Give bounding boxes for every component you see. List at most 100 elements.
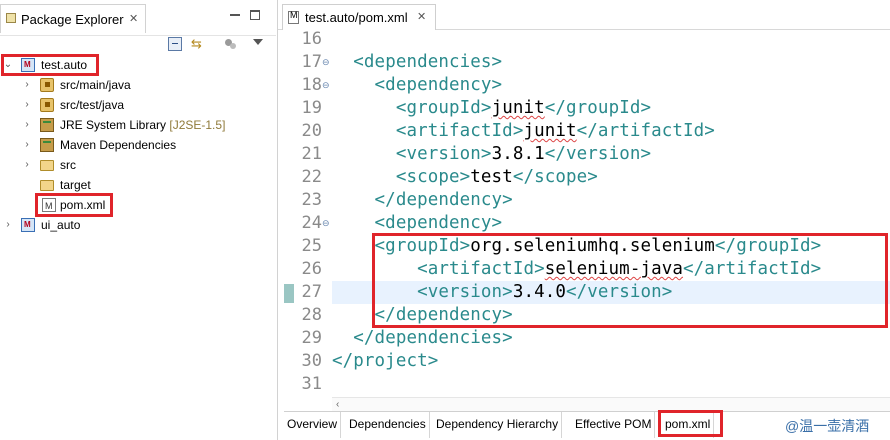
view-menu-icon[interactable]: [253, 39, 263, 45]
line-number: 28: [301, 305, 322, 325]
tree-item-label: ui_auto: [41, 218, 81, 232]
xml-tag: <artifactId>: [395, 121, 524, 141]
line-number: 29: [301, 328, 322, 348]
line-number: 21: [301, 144, 322, 164]
highlight-box: [1, 54, 99, 76]
xml-text: junit: [523, 121, 577, 141]
xml-tag: <version>: [395, 144, 492, 164]
chevron-right-icon[interactable]: ›: [22, 155, 32, 175]
scroll-left-icon[interactable]: ‹: [336, 399, 339, 410]
chevron-right-icon[interactable]: ›: [3, 215, 13, 235]
line-number: 18: [301, 75, 322, 95]
tree-item-label-group: JRE System Library [J2SE-1.5]: [60, 115, 225, 135]
chevron-right-icon[interactable]: ›: [22, 135, 32, 155]
tree-item-label: target: [60, 178, 91, 192]
line-number: 16: [301, 29, 322, 49]
xml-tag: <dependency>: [374, 75, 503, 95]
line-number: 27: [301, 282, 322, 302]
xml-text: test: [470, 167, 513, 187]
line-number: 23: [301, 190, 322, 210]
line-number: 31: [301, 374, 322, 394]
tab-overview[interactable]: Overview: [284, 412, 342, 438]
tree-item-maven-dependencies[interactable]: › Maven Dependencies: [0, 135, 276, 155]
package-explorer-tab[interactable]: Package Explorer ✕: [0, 4, 146, 33]
package-explorer-tabbar: Package Explorer ✕: [0, 0, 276, 36]
xml-tag: </dependencies>: [353, 328, 513, 348]
fold-toggle-icon[interactable]: ⊖: [322, 51, 330, 74]
focus-on-active-task-icon[interactable]: [223, 37, 237, 51]
code-line: </project>: [332, 350, 438, 373]
package-explorer-view: Package Explorer ✕ ⇆ ⌄ test.auto › src/m…: [0, 0, 276, 440]
package-explorer-icon: [6, 13, 16, 23]
minimize-icon[interactable]: [230, 10, 240, 16]
line-number: 26: [301, 259, 322, 279]
close-icon[interactable]: ✕: [129, 12, 138, 25]
line-number: 19: [301, 98, 322, 118]
chevron-right-icon[interactable]: ›: [22, 75, 32, 95]
line-number: 20: [301, 121, 322, 141]
xml-tag: <groupId>: [395, 98, 492, 118]
tree-item-label: Maven Dependencies: [60, 138, 177, 152]
editor-tab-pom[interactable]: test.auto/pom.xml ✕: [282, 4, 436, 30]
line-number: 30: [301, 351, 322, 371]
link-with-editor-icon[interactable]: ⇆: [191, 37, 205, 51]
folder-icon: [40, 180, 54, 191]
chevron-right-icon[interactable]: ›: [22, 115, 32, 135]
xml-tag: <dependency>: [374, 213, 503, 233]
library-icon: [40, 118, 54, 132]
pom-editor: test.auto/pom.xml ✕ 1617⊖ <dependencies>…: [277, 0, 890, 440]
horizontal-scrollbar[interactable]: ‹: [332, 397, 890, 411]
maximize-icon[interactable]: [250, 10, 260, 20]
editor-tab-title: test.auto/pom.xml: [305, 10, 408, 25]
tree-item-label: JRE System Library: [60, 118, 167, 132]
line-number: 24: [301, 213, 322, 233]
xml-text: junit: [491, 98, 545, 118]
package-root-icon: [40, 98, 54, 112]
tree-item-ui-auto[interactable]: › ui_auto: [0, 215, 276, 235]
tree-item-label: src/main/java: [60, 78, 131, 92]
maven-project-icon: [21, 215, 35, 235]
tree-item-jre-system-library[interactable]: › JRE System Library [J2SE-1.5]: [0, 115, 276, 135]
collapse-all-icon[interactable]: [168, 37, 182, 51]
code-line: </dependency>: [332, 189, 513, 212]
fold-toggle-icon[interactable]: ⊖: [322, 74, 330, 97]
tab-effective-pom[interactable]: Effective POM: [572, 412, 656, 438]
highlight-box: [35, 193, 113, 217]
line-number: 25: [301, 236, 322, 256]
tree-item-label: src: [60, 158, 76, 172]
tab-dependency-hierarchy[interactable]: Dependency Hierarchy: [433, 412, 563, 438]
tree-item-src-test-java[interactable]: › src/test/java: [0, 95, 276, 115]
code-line: <scope>test</scope>: [332, 166, 598, 189]
code-line: <artifactId>junit</artifactId>: [332, 120, 715, 143]
xml-tag: </dependency>: [374, 190, 513, 210]
code-line: <version>3.8.1</version>: [332, 143, 651, 166]
highlight-box: [658, 410, 723, 437]
tree-item-src-main-java[interactable]: › src/main/java: [0, 75, 276, 95]
maven-file-icon: [288, 10, 299, 24]
code-line: <dependencies>: [332, 51, 502, 74]
xml-tag: </project>: [332, 351, 439, 371]
tab-dependencies[interactable]: Dependencies: [346, 412, 430, 438]
tree-item-src[interactable]: › src: [0, 155, 276, 175]
xml-tag: <scope>: [395, 167, 471, 187]
line-number: 17: [301, 52, 322, 72]
fold-toggle-icon[interactable]: ⊖: [322, 212, 330, 235]
xml-tag: <dependencies>: [353, 52, 503, 72]
chevron-right-icon[interactable]: ›: [22, 95, 32, 115]
package-root-icon: [40, 78, 54, 92]
close-icon[interactable]: ✕: [417, 10, 426, 23]
tree-item-target[interactable]: target: [0, 175, 276, 195]
line-number: 22: [301, 167, 322, 187]
code-line: <dependency>: [332, 212, 503, 235]
package-explorer-toolbar: ⇆: [0, 36, 276, 54]
xml-tag: </artifactId>: [576, 121, 715, 141]
